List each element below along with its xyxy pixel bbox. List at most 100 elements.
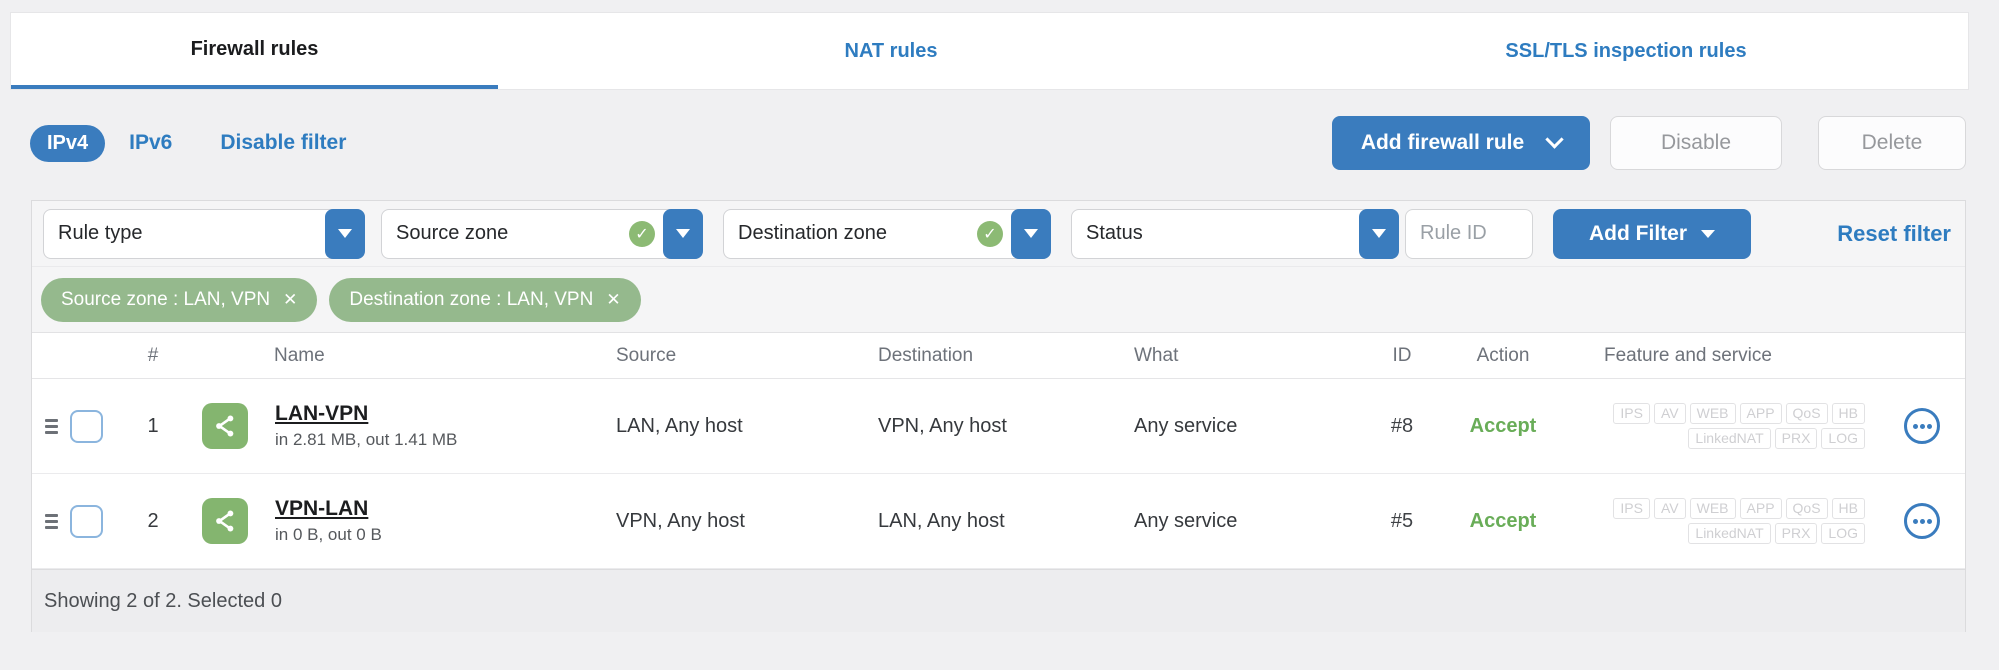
more-options-ellipsis-icon[interactable] xyxy=(1904,408,1940,444)
header-destination: Destination xyxy=(878,344,974,366)
rule-name-link[interactable]: LAN-VPN xyxy=(275,402,457,426)
header-id: ID xyxy=(1392,344,1412,366)
rule-traffic-stats: in 2.81 MB, out 1.41 MB xyxy=(275,430,458,449)
firewall-rules-panel: Rule type Source zone ✓ Destination zone… xyxy=(31,200,1966,632)
source-zone-dropdown-button[interactable] xyxy=(663,208,703,259)
header-name-label: Name xyxy=(274,344,325,366)
rule-destination: VPN, Any host xyxy=(878,414,1007,437)
badge-web: WEB xyxy=(1689,403,1736,424)
more-options-ellipsis-icon[interactable] xyxy=(1904,503,1940,539)
chip-label: Destination zone : LAN, VPN xyxy=(349,288,594,310)
disable-button[interactable]: Disable xyxy=(1610,116,1782,170)
chevron-down-icon xyxy=(1545,130,1564,149)
feature-badges: IPS AV WEB APP QoS HB LinkedNAT PRX LOG xyxy=(1613,498,1865,544)
rule-what: Any service xyxy=(1134,414,1238,437)
drag-handle-icon[interactable] xyxy=(45,418,58,434)
badge-ips: IPS xyxy=(1613,403,1650,424)
badge-av: AV xyxy=(1653,498,1686,519)
destination-zone-applied-check-icon: ✓ xyxy=(977,220,1003,247)
network-share-icon[interactable] xyxy=(202,403,248,449)
chip-remove-icon[interactable]: ✕ xyxy=(606,290,620,310)
badge-hb: HB xyxy=(1831,498,1865,519)
status-select[interactable]: Status xyxy=(1071,208,1399,259)
badge-app: APP xyxy=(1739,498,1782,519)
badge-log: LOG xyxy=(1821,523,1865,544)
chip-remove-icon[interactable]: ✕ xyxy=(283,290,297,310)
badge-prx: PRX xyxy=(1774,428,1818,449)
add-filter-label: Add Filter xyxy=(1589,221,1687,245)
badge-qos: QoS xyxy=(1785,403,1828,424)
row-checkbox[interactable] xyxy=(69,504,103,538)
table-header: # Name Source Destination What ID Action… xyxy=(32,333,1965,379)
chip-destination-zone: Destination zone : LAN, VPN ✕ xyxy=(329,277,641,322)
tab-firewall-rules[interactable]: Firewall rules xyxy=(11,13,498,89)
rule-id: #5 xyxy=(1390,509,1414,532)
tab-nat-rules[interactable]: NAT rules xyxy=(498,13,1284,89)
rule-id: #8 xyxy=(1390,414,1414,437)
reset-filter-link[interactable]: Reset filter xyxy=(1837,221,1951,247)
caret-down-icon xyxy=(1701,229,1715,238)
filter-rule-type: Rule type xyxy=(43,208,365,259)
filter-source-zone: Source zone ✓ xyxy=(381,208,703,259)
row-number: 1 xyxy=(147,414,159,437)
badge-log: LOG xyxy=(1821,428,1865,449)
row-number: 2 xyxy=(147,509,159,532)
rule-action-status: Accept xyxy=(1469,414,1537,437)
header-feature-and-service: Feature and service xyxy=(1604,344,1772,366)
caret-down-icon xyxy=(676,229,690,238)
header-what: What xyxy=(1134,344,1179,366)
badge-prx: PRX xyxy=(1774,523,1818,544)
add-filter-button[interactable]: Add Filter xyxy=(1553,208,1751,259)
ipv4-toggle[interactable]: IPv4 xyxy=(30,124,106,162)
delete-button[interactable]: Delete xyxy=(1818,116,1966,170)
network-share-icon[interactable] xyxy=(202,498,248,544)
header-source: Source xyxy=(616,344,677,366)
rule-type-select[interactable]: Rule type xyxy=(43,208,365,259)
tab-bar: Firewall rules NAT rules SSL/TLS inspect… xyxy=(10,12,1969,90)
drag-handle-icon[interactable] xyxy=(45,513,58,529)
filter-destination-zone: Destination zone ✓ xyxy=(723,208,1051,259)
header-action: Action xyxy=(1476,344,1530,366)
badge-app: APP xyxy=(1739,403,1782,424)
header-name: Name xyxy=(192,345,612,367)
add-firewall-rule-label: Add firewall rule xyxy=(1360,131,1525,154)
badge-ips: IPS xyxy=(1613,498,1650,519)
status-dropdown-button[interactable] xyxy=(1359,208,1399,259)
rule-id-input[interactable] xyxy=(1405,208,1533,259)
rule-source: LAN, Any host xyxy=(616,414,743,437)
destination-zone-dropdown-button[interactable] xyxy=(1011,208,1051,259)
badge-linkednat: LinkedNAT xyxy=(1688,428,1771,449)
showing-status-text: Showing 2 of 2. Selected 0 xyxy=(44,589,282,612)
table-row: 2 VPN-LAN in 0 B, out 0 B VPN, Any host … xyxy=(32,474,1965,569)
chip-label: Source zone : LAN, VPN xyxy=(61,288,271,310)
rule-what: Any service xyxy=(1134,509,1238,532)
caret-down-icon xyxy=(1024,229,1038,238)
active-filter-chips: Source zone : LAN, VPN ✕ Destination zon… xyxy=(32,267,1965,333)
rule-traffic-stats: in 0 B, out 0 B xyxy=(275,525,382,544)
ipv6-toggle[interactable]: IPv6 xyxy=(129,131,172,155)
rule-action-status: Accept xyxy=(1469,509,1537,532)
row-checkbox[interactable] xyxy=(69,409,103,443)
tab-ssl-tls-inspection-rules[interactable]: SSL/TLS inspection rules xyxy=(1284,13,1968,89)
badge-av: AV xyxy=(1653,403,1686,424)
badge-qos: QoS xyxy=(1785,498,1828,519)
table-footer: Showing 2 of 2. Selected 0 xyxy=(32,569,1965,632)
badge-hb: HB xyxy=(1831,403,1865,424)
rule-name-link[interactable]: VPN-LAN xyxy=(275,497,382,521)
rule-type-dropdown-button[interactable] xyxy=(325,208,365,259)
badge-linkednat: LinkedNAT xyxy=(1688,523,1771,544)
toolbar: IPv4 IPv6 Disable filter Add firewall ru… xyxy=(30,110,1966,176)
table-row: 1 LAN-VPN in 2.81 MB, out 1.41 MB LAN, A… xyxy=(32,379,1965,474)
caret-down-icon xyxy=(338,229,352,238)
rule-destination: LAN, Any host xyxy=(878,509,1005,532)
source-zone-applied-check-icon: ✓ xyxy=(629,220,655,247)
feature-badges: IPS AV WEB APP QoS HB LinkedNAT PRX LOG xyxy=(1613,403,1865,449)
filter-status: Status xyxy=(1071,208,1399,259)
caret-down-icon xyxy=(1372,229,1386,238)
filter-row: Rule type Source zone ✓ Destination zone… xyxy=(32,201,1965,267)
add-firewall-rule-button[interactable]: Add firewall rule xyxy=(1332,116,1590,170)
badge-web: WEB xyxy=(1689,498,1736,519)
chip-source-zone: Source zone : LAN, VPN ✕ xyxy=(41,277,318,322)
disable-filter-link[interactable]: Disable filter xyxy=(220,131,346,155)
rule-source: VPN, Any host xyxy=(616,509,745,532)
